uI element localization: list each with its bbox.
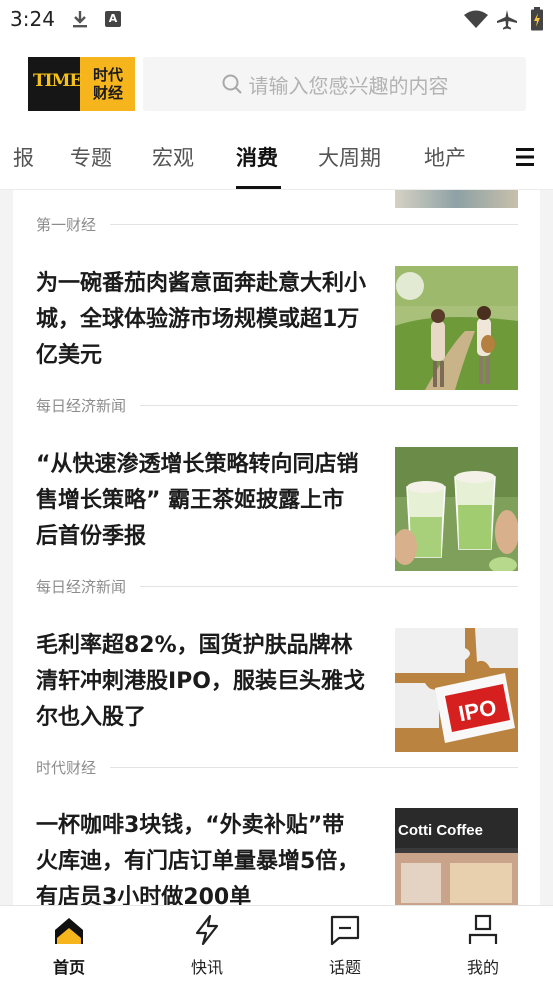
- tab-topics[interactable]: 专题: [70, 142, 112, 172]
- nav-mine[interactable]: 我的: [443, 906, 523, 983]
- source-name: 每日经济新闻: [36, 396, 127, 415]
- article-title[interactable]: “从快速渗透增长策略转向同店销售增长策略” 霸王茶姬披露上市后首份季报: [36, 447, 366, 555]
- download-icon: [73, 11, 87, 28]
- profile-icon: [468, 914, 498, 944]
- tab-consumption[interactable]: 消费: [236, 142, 278, 172]
- news-feed[interactable]: 第一财经 为一碗番茄肉酱意面奔赴意大利小城，全球体验游市场规模或超1万亿美元 每…: [13, 190, 540, 905]
- logo-gold-block: 时代 财经: [80, 57, 135, 111]
- divider: [110, 766, 518, 768]
- home-icon: [55, 918, 83, 944]
- battery-icon: [531, 7, 543, 31]
- article-thumbnail-travel[interactable]: [395, 266, 518, 390]
- a-icon: A: [105, 11, 121, 27]
- article-title[interactable]: 毛利率超82%，国货护肤品牌林清轩冲刺港股IPO，服装巨头雅戈尔也入股了: [36, 628, 366, 736]
- search-placeholder: 请输入您感兴趣的内容: [248, 73, 449, 98]
- article-thumbnail-partial[interactable]: [395, 190, 518, 208]
- airplane-icon: [497, 10, 517, 30]
- wifi-icon: [464, 10, 488, 28]
- divider: [140, 404, 518, 406]
- bottom-nav: 首页 快讯 话题 我的: [0, 905, 553, 983]
- source-row: 每日经济新闻: [36, 395, 518, 415]
- divider: [140, 585, 518, 587]
- nav-label: 我的: [466, 958, 499, 977]
- cotti-sign-text: Cotti Coffee: [398, 822, 483, 839]
- tab-big-cycle[interactable]: 大周期: [318, 142, 381, 172]
- active-tab-indicator: [236, 186, 281, 189]
- topic-icon: [330, 915, 360, 946]
- article-item[interactable]: 一杯咖啡3块钱，“外卖补贴”带火库迪，有门店订单量暴增5倍，有店员3小时做200…: [36, 808, 518, 905]
- source-row: 第一财经: [36, 214, 518, 234]
- app-header: TIME 时代 财经 请输入您感兴趣的内容: [0, 38, 553, 126]
- article-item[interactable]: “从快速渗透增长策略转向同店销售增长策略” 霸王茶姬披露上市后首份季报: [36, 447, 518, 571]
- status-bar: 3:24 A: [0, 0, 553, 38]
- nav-home[interactable]: 首页: [29, 906, 109, 983]
- nav-flash[interactable]: 快讯: [167, 906, 247, 983]
- tab-macro[interactable]: 宏观: [152, 142, 194, 172]
- nav-label: 话题: [328, 958, 361, 977]
- logo-cn-line1: 时代: [93, 66, 124, 84]
- category-tabs: 报 专题 宏观 消费 大周期 地产: [0, 126, 553, 190]
- source-name: 第一财经: [36, 215, 97, 234]
- article-title[interactable]: 一杯咖啡3块钱，“外卖补贴”带火库迪，有门店订单量暴增5倍，有店员3小时做200…: [36, 808, 366, 905]
- tabs-fade: [486, 126, 516, 189]
- source-row: 每日经济新闻: [36, 576, 518, 596]
- nav-topics[interactable]: 话题: [305, 906, 385, 983]
- article-thumbnail-ipo[interactable]: IPO: [395, 628, 518, 752]
- logo-cn-line2: 财经: [93, 84, 124, 102]
- article-item[interactable]: 为一碗番茄肉酱意面奔赴意大利小城，全球体验游市场规模或超1万亿美元: [36, 266, 518, 390]
- menu-icon[interactable]: [516, 147, 534, 167]
- divider: [110, 223, 518, 225]
- article-thumbnail-cotti[interactable]: Cotti Coffee: [395, 808, 518, 905]
- tab-real-estate[interactable]: 地产: [424, 142, 466, 172]
- source-name: 每日经济新闻: [36, 577, 127, 596]
- nav-label: 首页: [52, 958, 85, 977]
- article-title[interactable]: 为一碗番茄肉酱意面奔赴意大利小城，全球体验游市场规模或超1万亿美元: [36, 266, 366, 374]
- article-item[interactable]: 毛利率超82%，国货护肤品牌林清轩冲刺港股IPO，服装巨头雅戈尔也入股了 IPO: [36, 628, 518, 752]
- tab-bao[interactable]: 报: [13, 142, 34, 172]
- logo-en-text: TIME: [33, 71, 82, 91]
- nav-label: 快讯: [190, 958, 223, 977]
- logo-dark-block: TIME: [28, 57, 82, 111]
- time-finance-logo[interactable]: TIME 时代 财经: [28, 57, 135, 111]
- search-input[interactable]: 请输入您感兴趣的内容: [143, 57, 526, 111]
- article-thumbnail-tea[interactable]: [395, 447, 518, 571]
- source-name: 时代财经: [36, 758, 97, 777]
- lightning-icon: [195, 914, 219, 946]
- search-icon: [222, 74, 242, 94]
- source-row: 时代财经: [36, 757, 518, 777]
- status-time: 3:24: [10, 7, 55, 31]
